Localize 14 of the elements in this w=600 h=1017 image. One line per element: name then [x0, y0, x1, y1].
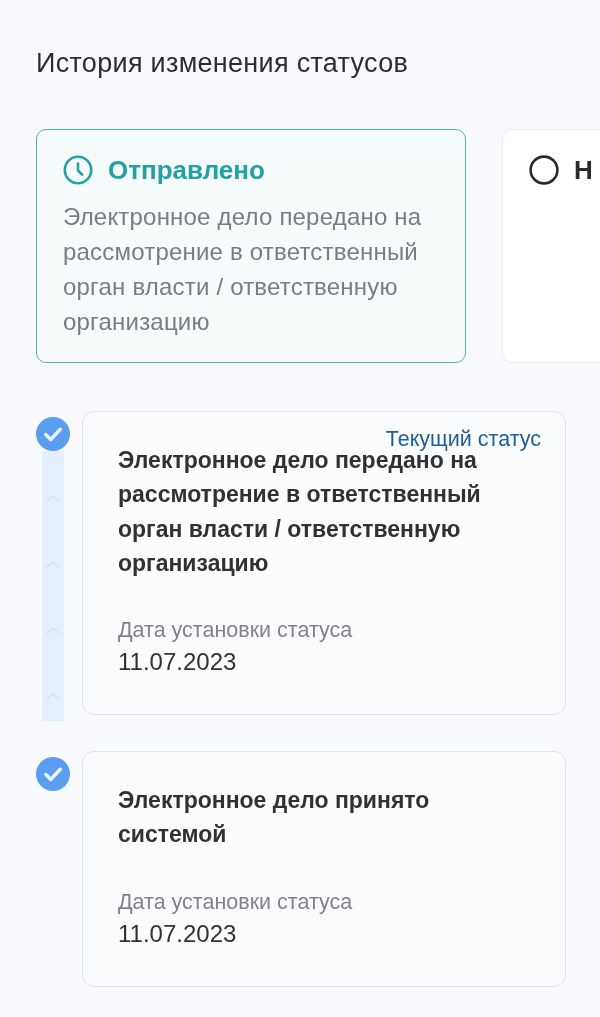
date-label: Дата установки статуса: [118, 888, 354, 915]
status-date: 11.07.2023: [118, 918, 238, 949]
status-date: 11.07.2023: [118, 647, 238, 678]
status-title: Н: [574, 155, 593, 185]
status-card[interactable]: Отправлено Электронное дело передано на рассмотрение в ответственный орган власти / ответственную организацию: [36, 129, 466, 363]
clock-icon: [63, 155, 93, 185]
status-name: Электронное дело принято системой: [118, 786, 431, 850]
date-label: Дата установки статуса: [118, 617, 354, 644]
status-description: Электронное дело передано на рассмотрение в ответственный орган власти / ответственную организацию: [63, 202, 423, 337]
status-title: Отправлено: [108, 155, 265, 185]
circle-icon: [529, 155, 559, 185]
section-title: История изменения статусов: [36, 47, 410, 80]
current-status-label: Текущий статус: [385, 426, 541, 452]
status-card[interactable]: Н: [502, 129, 600, 363]
